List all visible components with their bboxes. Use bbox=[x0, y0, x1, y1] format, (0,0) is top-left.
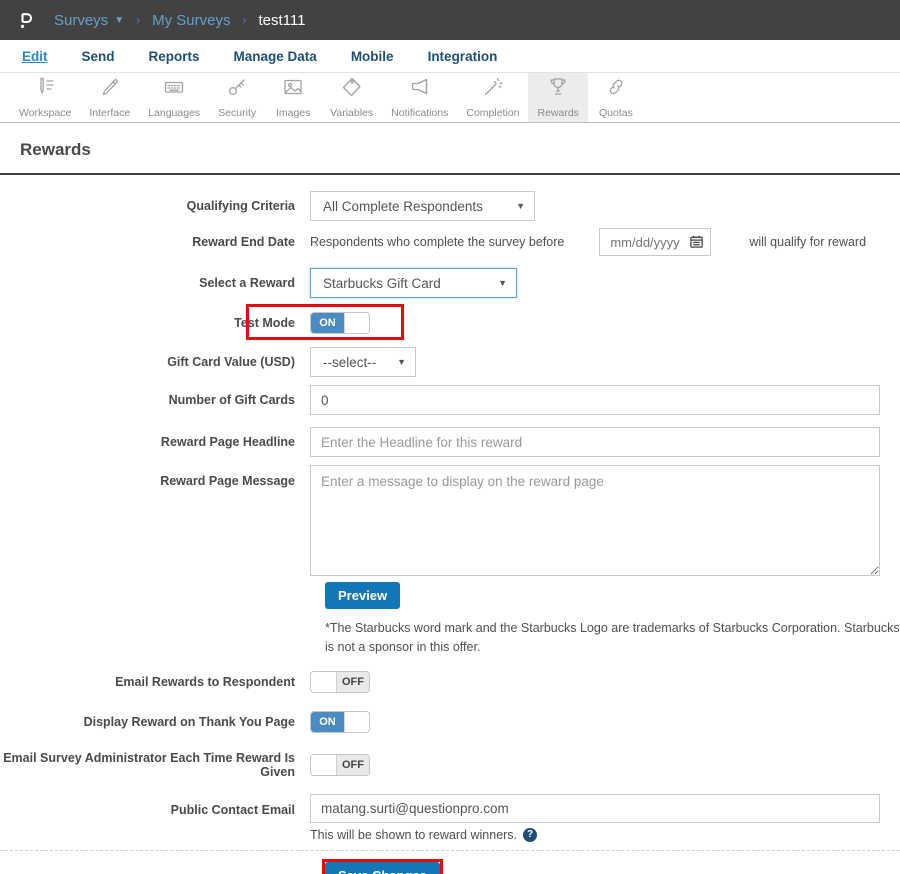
tab-manage-data[interactable]: Manage Data bbox=[234, 49, 317, 64]
test-mode-label: Test Mode bbox=[234, 316, 295, 330]
edit-section-toolbar: Workspace Interface Languages Security I… bbox=[0, 73, 900, 123]
tab-send[interactable]: Send bbox=[82, 49, 115, 64]
tab-integration[interactable]: Integration bbox=[428, 49, 498, 64]
tab-reports[interactable]: Reports bbox=[149, 49, 200, 64]
images-icon bbox=[281, 75, 305, 104]
workspace-icon bbox=[33, 75, 57, 104]
gift-card-value-select[interactable]: --select-- ▼ bbox=[310, 347, 416, 377]
reward-end-date-suffix: will qualify for reward bbox=[749, 235, 867, 249]
save-changes-annotation-box: Save Changes bbox=[322, 858, 443, 874]
rewards-form: Qualifying Criteria All Complete Respond… bbox=[0, 175, 900, 874]
tab-mobile[interactable]: Mobile bbox=[351, 49, 394, 64]
toolbar-item-interface[interactable]: Interface bbox=[80, 73, 139, 122]
quotas-icon bbox=[604, 75, 628, 104]
toolbar-item-quotas[interactable]: Quotas bbox=[588, 73, 644, 122]
page-title: Rewards bbox=[20, 140, 91, 159]
caret-down-icon: ▼ bbox=[397, 357, 406, 367]
number-of-gift-cards-label: Number of Gift Cards bbox=[168, 393, 295, 407]
qualifying-criteria-select[interactable]: All Complete Respondents ▼ bbox=[310, 191, 535, 221]
rewards-icon bbox=[546, 75, 570, 104]
toolbar-item-rewards[interactable]: Rewards bbox=[528, 73, 588, 122]
test-mode-toggle[interactable]: ON bbox=[310, 312, 370, 334]
select-reward-select[interactable]: Starbucks Gift Card ▼ bbox=[310, 268, 517, 298]
notifications-icon bbox=[408, 75, 432, 104]
toolbar-item-notifications[interactable]: Notifications bbox=[382, 73, 457, 122]
breadcrumb-surveys-menu[interactable]: Surveys bbox=[54, 12, 108, 29]
select-reward-label: Select a Reward bbox=[199, 276, 295, 290]
toolbar-item-languages[interactable]: Languages bbox=[139, 73, 209, 122]
email-rewards-label: Email Rewards to Respondent bbox=[115, 674, 295, 689]
toolbar-item-security[interactable]: Security bbox=[209, 73, 265, 122]
number-of-gift-cards-input[interactable] bbox=[310, 385, 880, 415]
toggle-knob bbox=[344, 313, 369, 333]
toggle-knob bbox=[344, 711, 369, 732]
breadcrumb-my-surveys[interactable]: My Surveys bbox=[152, 12, 230, 29]
questionpro-logo-icon[interactable] bbox=[14, 8, 38, 32]
languages-icon bbox=[162, 75, 186, 104]
breadcrumb-separator-icon: › bbox=[136, 13, 141, 27]
reward-page-message-textarea[interactable] bbox=[310, 465, 880, 576]
reward-page-headline-label: Reward Page Headline bbox=[160, 435, 295, 449]
reward-end-date-label: Reward End Date bbox=[192, 235, 295, 249]
help-icon[interactable]: ? bbox=[523, 827, 538, 842]
section-dashed-divider bbox=[0, 849, 900, 851]
toolbar-item-completion[interactable]: Completion bbox=[457, 73, 528, 122]
rewards-settings-page: Surveys ▼ › My Surveys › test111 Edit Se… bbox=[0, 0, 900, 874]
main-nav-tabs: Edit Send Reports Manage Data Mobile Int… bbox=[0, 40, 900, 73]
variables-icon bbox=[340, 75, 364, 104]
chevron-down-icon[interactable]: ▼ bbox=[114, 15, 124, 26]
reward-end-date-prefix: Respondents who complete the survey befo… bbox=[310, 235, 565, 249]
toolbar-item-variables[interactable]: Variables bbox=[321, 73, 382, 122]
security-icon bbox=[225, 75, 249, 104]
toggle-knob bbox=[311, 671, 337, 692]
breadcrumb-current-survey: test111 bbox=[258, 11, 306, 29]
public-contact-email-label: Public Contact Email bbox=[170, 802, 295, 817]
reward-page-message-label: Reward Page Message bbox=[160, 474, 295, 488]
toolbar-item-images[interactable]: Images bbox=[265, 73, 321, 122]
toolbar-item-workspace[interactable]: Workspace bbox=[10, 73, 80, 122]
save-changes-button[interactable]: Save Changes bbox=[325, 861, 440, 874]
public-contact-email-field: This will be shown to reward winners. ? bbox=[310, 793, 880, 842]
preview-button[interactable]: Preview bbox=[325, 582, 401, 609]
interface-icon bbox=[98, 75, 122, 104]
completion-icon bbox=[481, 75, 505, 104]
display-reward-label: Display Reward on Thank You Page bbox=[83, 714, 295, 729]
public-contact-email-input[interactable] bbox=[310, 793, 880, 823]
calendar-icon[interactable] bbox=[689, 234, 704, 249]
email-admin-toggle[interactable]: OFF bbox=[310, 753, 370, 776]
tab-edit[interactable]: Edit bbox=[22, 49, 48, 64]
email-rewards-toggle[interactable]: OFF bbox=[310, 670, 370, 693]
public-contact-email-helper-text: This will be shown to reward winners. bbox=[310, 827, 518, 842]
caret-down-icon: ▼ bbox=[498, 278, 507, 288]
gift-card-value-label: Gift Card Value (USD) bbox=[167, 355, 295, 369]
caret-down-icon: ▼ bbox=[516, 201, 525, 211]
top-bar: Surveys ▼ › My Surveys › test111 bbox=[0, 0, 900, 40]
email-admin-label: Email Survey Administrator Each Time Rew… bbox=[3, 750, 295, 779]
reward-end-date-field bbox=[599, 228, 712, 256]
qualifying-criteria-label: Qualifying Criteria bbox=[186, 199, 295, 213]
reward-page-headline-input[interactable] bbox=[310, 427, 880, 457]
toggle-knob bbox=[311, 754, 337, 775]
starbucks-disclaimer-text: *The Starbucks word mark and the Starbuc… bbox=[325, 621, 900, 655]
breadcrumb-separator-icon: › bbox=[242, 13, 247, 27]
display-reward-toggle[interactable]: ON bbox=[310, 710, 370, 733]
